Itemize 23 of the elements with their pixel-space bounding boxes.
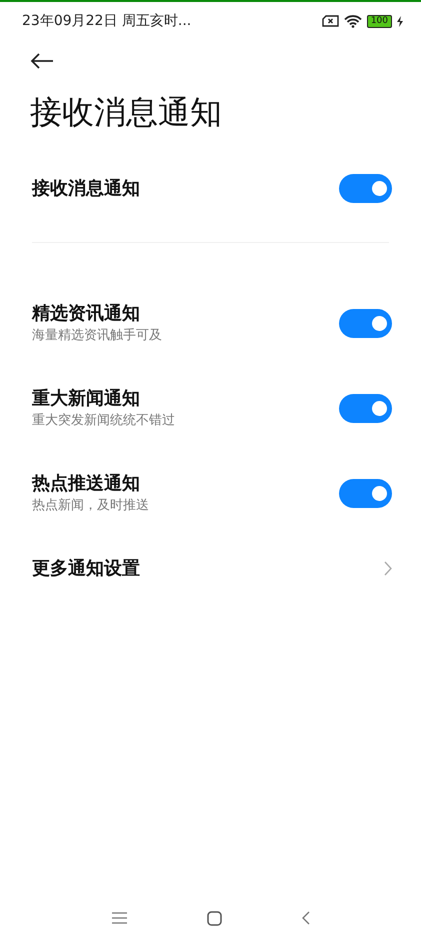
toggle-switch[interactable]	[339, 479, 392, 508]
wifi-icon	[344, 14, 362, 28]
sim-card-icon	[322, 15, 339, 27]
setting-description: 海量精选资讯触手可及	[32, 326, 162, 344]
toggle-switch[interactable]	[339, 394, 392, 423]
charging-icon	[397, 16, 403, 26]
battery-level: 100	[366, 14, 392, 28]
setting-description: 热点新闻，及时推送	[32, 496, 149, 514]
page-title: 接收消息通知	[29, 92, 223, 132]
home-square-icon[interactable]	[206, 910, 222, 926]
chevron-right-icon	[384, 560, 392, 576]
setting-label: 热点推送通知	[32, 472, 141, 496]
toggle-switch[interactable]	[339, 309, 392, 338]
setting-link[interactable]: 更多通知设置	[32, 554, 140, 582]
toggle-switch[interactable]	[339, 174, 392, 202]
setting-label: 精选资讯通知	[32, 302, 141, 326]
back-icon[interactable]	[302, 911, 310, 925]
setting-description: 重大突发新闻统统不错过	[32, 412, 175, 430]
menu-icon[interactable]	[112, 912, 126, 924]
setting-label: 接收消息通知	[32, 176, 140, 200]
back-arrow-icon[interactable]	[30, 52, 54, 70]
status-time: 23年09月22日 周五亥时...	[22, 12, 192, 30]
setting-label: 重大新闻通知	[32, 386, 141, 410]
